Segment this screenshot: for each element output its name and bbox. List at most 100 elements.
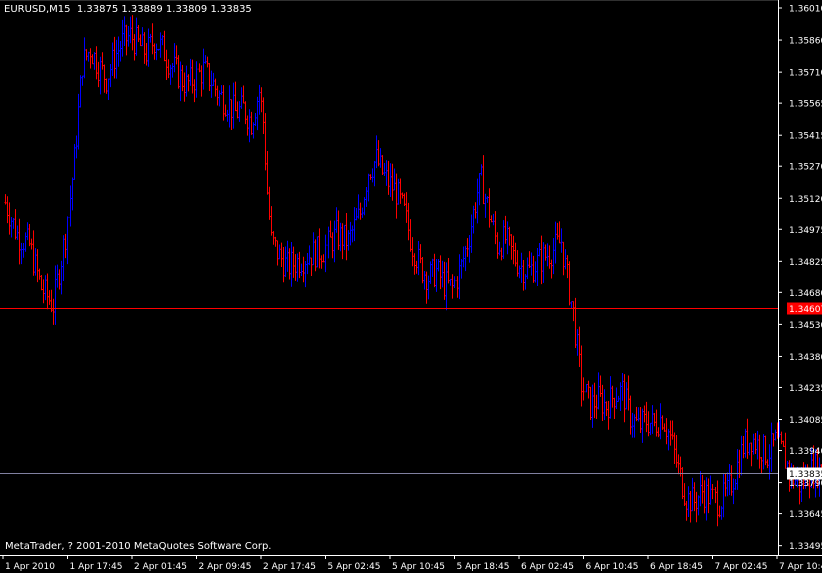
ohlc-bar <box>131 15 134 51</box>
price-chart[interactable]: 1.346071.33835 1.360101.358601.357101.35… <box>0 0 822 573</box>
ohlc-bar <box>677 454 680 475</box>
chart-window[interactable]: 1.346071.33835 1.360101.358601.357101.35… <box>0 0 822 573</box>
ohlc-bar <box>107 78 110 101</box>
ohlc-bar <box>407 202 410 241</box>
ohlc-bar <box>296 253 299 282</box>
ohlc-bar <box>121 19 124 57</box>
ohlc-bar <box>216 85 219 106</box>
price-tick-label: 1.34825 <box>789 258 822 268</box>
ohlc-bar <box>734 479 737 490</box>
ohlc-bar <box>10 216 13 238</box>
ohlc-bar <box>780 431 783 445</box>
ohlc-bar <box>198 63 201 73</box>
ohlc-bar <box>274 236 277 247</box>
ohlc-bar <box>208 62 211 91</box>
ohlc-bar <box>401 192 404 199</box>
ohlc-bar <box>671 420 674 440</box>
ohlc-bar <box>6 196 9 224</box>
ohlc-bar <box>286 240 289 272</box>
ohlc-bar <box>582 377 585 401</box>
ohlc-bar <box>119 41 122 62</box>
ohlc-bar <box>369 174 372 180</box>
ohlc-bar <box>204 55 207 64</box>
ohlc-bar <box>183 72 186 102</box>
ohlc-bar <box>669 420 672 446</box>
ohlc-bar <box>133 34 136 61</box>
ohlc-bar <box>44 275 47 301</box>
ohlc-bar <box>703 480 706 514</box>
ohlc-bar <box>258 84 261 115</box>
ohlc-bar <box>117 36 120 67</box>
ohlc-bar <box>655 409 658 437</box>
ohlc-bar <box>514 242 517 267</box>
ohlc-bar <box>99 56 102 95</box>
ohlc-bar <box>306 252 309 275</box>
ohlc-bar <box>191 59 194 94</box>
ohlc-bar <box>611 385 614 408</box>
ohlc-bar <box>520 252 523 283</box>
ohlc-bar <box>754 433 757 455</box>
ohlc-bar <box>290 242 293 287</box>
ohlc-bar <box>458 254 461 300</box>
ohlc-bar <box>111 42 114 76</box>
ohlc-bar <box>161 35 164 46</box>
ohlc-bar <box>60 260 63 295</box>
ohlc-bar <box>375 135 378 169</box>
symbol-timeframe: EURUSD,M15 <box>4 4 71 15</box>
ohlc-bar <box>508 226 511 246</box>
ohlc-bar <box>320 255 323 269</box>
ohlc-bar <box>522 260 525 291</box>
ohlc-bar <box>81 75 84 86</box>
ohlc-bar <box>52 298 55 325</box>
ohlc-bar <box>770 422 773 472</box>
ohlc-bar <box>552 237 555 275</box>
ohlc-bar <box>212 72 215 87</box>
ohlc-bar <box>589 386 592 421</box>
ohlc-bar <box>54 265 57 325</box>
ohlc-bar <box>79 75 82 108</box>
ohlc-bar <box>220 85 223 95</box>
ohlc-bar <box>77 93 80 150</box>
ohlc-bar <box>560 228 563 253</box>
ohlc-bar <box>411 237 414 267</box>
ohlc-bar <box>570 301 573 309</box>
ohlc-bar <box>550 259 553 279</box>
ohlc-bar <box>456 276 459 298</box>
ohlc-bar <box>687 486 690 517</box>
ohlc-bar <box>637 407 640 422</box>
ohlc-bar <box>425 271 428 304</box>
ohlc-bar <box>18 218 21 265</box>
ohlc-bar <box>36 249 39 283</box>
ohlc-bar <box>292 246 295 278</box>
price-tick-label: 1.33940 <box>789 447 822 457</box>
ohlc-bar <box>494 211 497 245</box>
ohlc-values: 1.33875 1.33889 1.33809 1.33835 <box>76 4 252 15</box>
ohlc-bar <box>230 99 233 130</box>
ohlc-bar <box>322 254 325 263</box>
ohlc-bar <box>331 232 334 259</box>
ohlc-bar <box>772 433 775 447</box>
ohlc-bar <box>89 48 92 69</box>
ohlc-bar <box>56 264 59 288</box>
ohlc-bar <box>474 202 477 219</box>
ohlc-bar <box>635 406 638 422</box>
price-tick-label: 1.36010 <box>789 5 822 15</box>
ohlc-bar <box>260 87 263 113</box>
ohlc-bar <box>732 478 735 505</box>
ohlc-bar <box>103 64 106 93</box>
ohlc-bar <box>363 197 366 216</box>
ohlc-bar <box>711 483 714 500</box>
ohlc-bar <box>705 477 708 521</box>
ohlc-bar <box>554 221 557 264</box>
ohlc-bar <box>597 372 600 410</box>
ohlc-bar <box>746 418 749 459</box>
symbol-info: EURUSD,M15 1.33875 1.33889 1.33809 1.338… <box>4 4 252 15</box>
ohlc-bar <box>181 64 184 92</box>
ohlc-bar <box>268 186 271 220</box>
ohlc-bar <box>580 345 583 407</box>
ohlc-bar <box>282 246 285 283</box>
ohlc-bar <box>683 483 686 506</box>
ohlc-bar <box>244 101 247 125</box>
ohlc-bar <box>443 261 446 300</box>
ohlc-bar <box>742 436 745 459</box>
